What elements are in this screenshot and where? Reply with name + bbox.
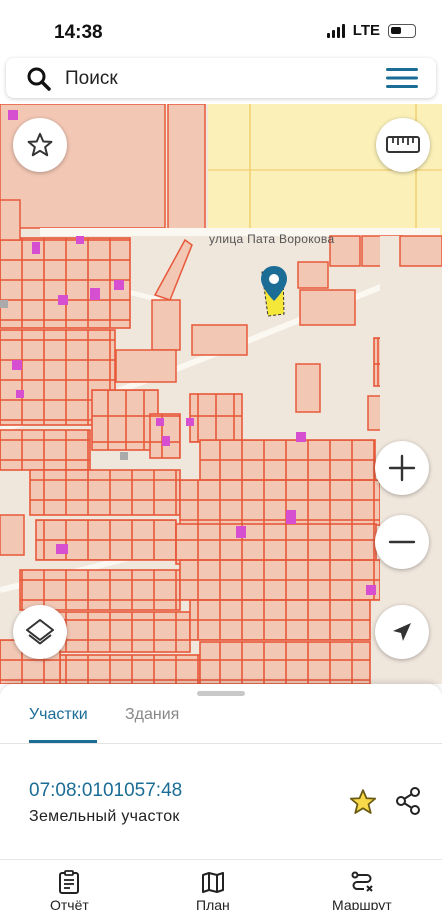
signal-icon — [326, 23, 345, 38]
layers-icon — [26, 619, 54, 645]
street-label: улица Пата Ворокова — [209, 232, 335, 246]
route-icon — [351, 871, 373, 892]
tab-parcels[interactable]: Участки — [29, 706, 88, 724]
divider — [0, 859, 442, 860]
layers-button[interactable] — [13, 605, 67, 659]
navigation-arrow-icon — [393, 623, 411, 641]
tab-buildings[interactable]: Здания — [125, 706, 179, 724]
nav-route-label: Маршрут — [332, 897, 392, 910]
status-time: 14:38 — [54, 22, 103, 43]
ruler-icon — [386, 136, 420, 153]
search-input[interactable]: Поиск — [65, 68, 118, 90]
parcel-cadastral-number[interactable]: 07:08:0101057:48 — [29, 780, 182, 802]
star-icon[interactable] — [348, 787, 378, 817]
sheet-drag-handle[interactable] — [197, 691, 245, 696]
cadastral-map[interactable] — [0, 104, 442, 684]
nav-plan[interactable]: План — [196, 870, 230, 910]
zoom-out-button[interactable] — [375, 515, 429, 569]
active-tab-indicator — [29, 740, 97, 743]
nav-report[interactable]: Отчёт — [50, 870, 89, 910]
nav-report-label: Отчёт — [50, 897, 89, 910]
search-bar[interactable]: Поиск — [6, 58, 436, 98]
menu-icon[interactable] — [386, 67, 418, 89]
map-view[interactable]: улица Пата Ворокова — [0, 104, 442, 684]
battery-icon — [388, 23, 416, 38]
my-location-button[interactable] — [375, 605, 429, 659]
parcel-type-label: Земельный участок — [29, 808, 180, 825]
share-icon[interactable] — [393, 786, 423, 816]
favorites-button[interactable] — [13, 118, 67, 172]
map-plan-icon — [201, 872, 224, 893]
report-icon — [59, 870, 80, 894]
nav-plan-label: План — [196, 897, 230, 910]
measure-button[interactable] — [376, 118, 430, 172]
status-bar: 14:38 LTE — [0, 0, 442, 56]
zoom-in-button[interactable] — [375, 441, 429, 495]
tab-bar: Участки Здания — [0, 698, 442, 744]
status-indicators: LTE — [326, 22, 416, 39]
bottom-sheet: Участки Здания 07:08:0101057:48 Земельны… — [0, 684, 442, 910]
minus-icon — [388, 540, 416, 544]
network-label: LTE — [352, 22, 380, 39]
nav-route[interactable]: Маршрут — [332, 870, 392, 910]
star-outline-icon — [27, 132, 53, 157]
plus-icon — [388, 454, 416, 482]
search-icon — [27, 67, 51, 91]
